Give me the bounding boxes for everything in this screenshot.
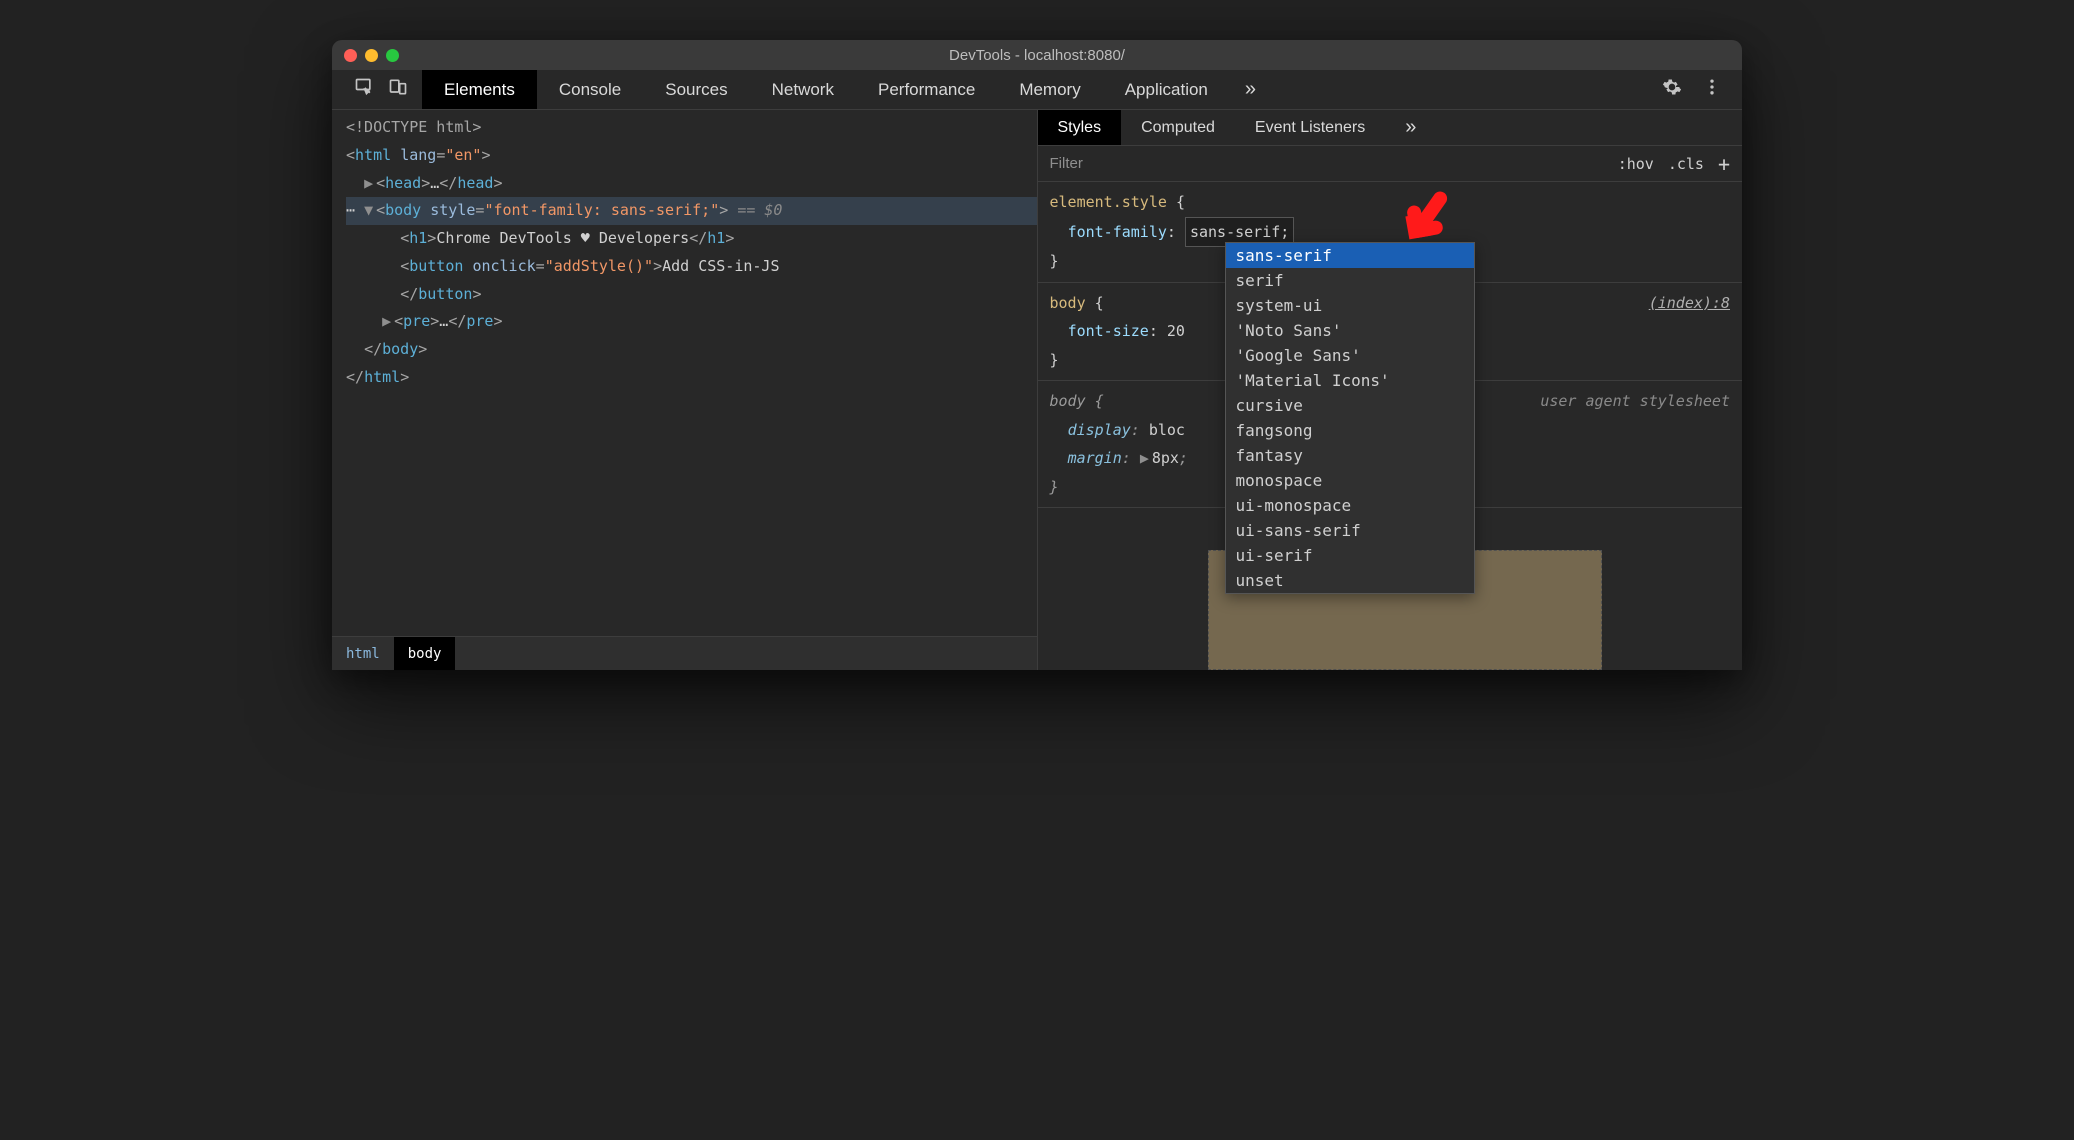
dom-node-body-close[interactable]: </body> xyxy=(346,336,1037,364)
breadcrumb-html[interactable]: html xyxy=(332,637,394,670)
minimize-window-button[interactable] xyxy=(365,49,378,62)
tab-performance[interactable]: Performance xyxy=(856,70,997,109)
autocomplete-option[interactable]: 'Google Sans' xyxy=(1226,343,1474,368)
dom-node-pre[interactable]: ▶<pre>…</pre> xyxy=(346,308,1037,336)
css-prop-font-family[interactable]: font-family xyxy=(1068,223,1167,241)
more-options-icon[interactable] xyxy=(1702,77,1722,102)
css-val-margin: 8px xyxy=(1152,449,1179,467)
dom-node-head[interactable]: ▶<head>…</head> xyxy=(346,170,1037,198)
tab-memory[interactable]: Memory xyxy=(997,70,1102,109)
autocomplete-option[interactable]: fantasy xyxy=(1226,443,1474,468)
dom-node-html[interactable]: <html lang="en"> xyxy=(346,142,1037,170)
autocomplete-option[interactable]: cursive xyxy=(1226,393,1474,418)
autocomplete-option[interactable]: ui-monospace xyxy=(1226,493,1474,518)
window-title: DevTools - localhost:8080/ xyxy=(949,47,1125,64)
autocomplete-option[interactable]: unset xyxy=(1226,568,1474,593)
tab-console[interactable]: Console xyxy=(537,70,643,109)
autocomplete-option[interactable]: system-ui xyxy=(1226,293,1474,318)
subtab-event-listeners[interactable]: Event Listeners xyxy=(1235,110,1385,145)
styles-filter-row: :hov .cls + xyxy=(1038,146,1743,182)
dom-node-button-close[interactable]: </button> xyxy=(346,281,1037,309)
settings-icon[interactable] xyxy=(1662,77,1682,102)
css-selector: body xyxy=(1050,392,1086,410)
font-family-autocomplete[interactable]: sans-serifserifsystem-ui'Noto Sans''Goog… xyxy=(1225,242,1475,594)
autocomplete-option[interactable]: 'Material Icons' xyxy=(1226,368,1474,393)
elements-panel: <!DOCTYPE html> <html lang="en"> ▶<head>… xyxy=(332,110,1038,670)
autocomplete-option[interactable]: 'Noto Sans' xyxy=(1226,318,1474,343)
tab-elements[interactable]: Elements xyxy=(422,70,537,109)
toggle-hov-button[interactable]: :hov xyxy=(1618,155,1654,173)
styles-filter-input[interactable] xyxy=(1050,155,1618,172)
autocomplete-option[interactable]: ui-sans-serif xyxy=(1226,518,1474,543)
user-agent-label: user agent stylesheet xyxy=(1540,387,1730,416)
autocomplete-option[interactable]: fangsong xyxy=(1226,418,1474,443)
tab-sources[interactable]: Sources xyxy=(643,70,749,109)
dom-node-body[interactable]: ⋯ ▼<body style="font-family: sans-serif;… xyxy=(346,197,1037,225)
css-val-font-size[interactable]: 20 xyxy=(1167,322,1185,340)
stylesheet-link[interactable]: (index):8 xyxy=(1649,289,1730,318)
toggle-cls-button[interactable]: .cls xyxy=(1668,155,1704,173)
device-toolbar-icon[interactable] xyxy=(388,77,408,102)
dom-node-button[interactable]: <button onclick="addStyle()">Add CSS-in-… xyxy=(346,253,1037,281)
tab-network[interactable]: Network xyxy=(750,70,856,109)
autocomplete-option[interactable]: serif xyxy=(1226,268,1474,293)
autocomplete-option[interactable]: monospace xyxy=(1226,468,1474,493)
inspect-element-icon[interactable] xyxy=(354,77,374,102)
css-prop-display: display xyxy=(1068,421,1131,439)
dom-tree[interactable]: <!DOCTYPE html> <html lang="en"> ▶<head>… xyxy=(332,110,1037,636)
styles-sub-tabs: Styles Computed Event Listeners » xyxy=(1038,110,1743,146)
dom-node-doctype[interactable]: <!DOCTYPE html> xyxy=(346,114,1037,142)
titlebar: DevTools - localhost:8080/ xyxy=(332,40,1742,70)
devtools-window: DevTools - localhost:8080/ Elements Cons… xyxy=(332,40,1742,670)
close-window-button[interactable] xyxy=(344,49,357,62)
subtab-computed[interactable]: Computed xyxy=(1121,110,1235,145)
css-selector[interactable]: element.style xyxy=(1050,193,1167,211)
tab-application[interactable]: Application xyxy=(1103,70,1230,109)
dom-node-h1[interactable]: <h1>Chrome DevTools ♥ Developers</h1> xyxy=(346,225,1037,253)
breadcrumb-body[interactable]: body xyxy=(394,637,456,670)
css-prop-margin: margin xyxy=(1068,449,1122,467)
new-style-rule-button[interactable]: + xyxy=(1718,154,1730,174)
main-tabs: Elements Console Sources Network Perform… xyxy=(422,70,1271,109)
more-subtabs-button[interactable]: » xyxy=(1385,110,1436,145)
callout-arrow-icon xyxy=(1392,188,1459,265)
subtab-styles[interactable]: Styles xyxy=(1038,110,1122,145)
styles-panel: Styles Computed Event Listeners » :hov .… xyxy=(1038,110,1743,670)
dom-node-html-close[interactable]: </html> xyxy=(346,364,1037,392)
zoom-window-button[interactable] xyxy=(386,49,399,62)
main-toolbar: Elements Console Sources Network Perform… xyxy=(332,70,1742,110)
traffic-lights xyxy=(344,49,399,62)
css-prop-font-size[interactable]: font-size xyxy=(1068,322,1149,340)
breadcrumb: html body xyxy=(332,636,1037,670)
css-val-display: bloc xyxy=(1149,421,1185,439)
more-tabs-button[interactable]: » xyxy=(1230,70,1271,109)
expand-margin-icon[interactable]: ▶ xyxy=(1140,444,1152,473)
css-selector[interactable]: body xyxy=(1050,294,1086,312)
autocomplete-option[interactable]: ui-serif xyxy=(1226,543,1474,568)
